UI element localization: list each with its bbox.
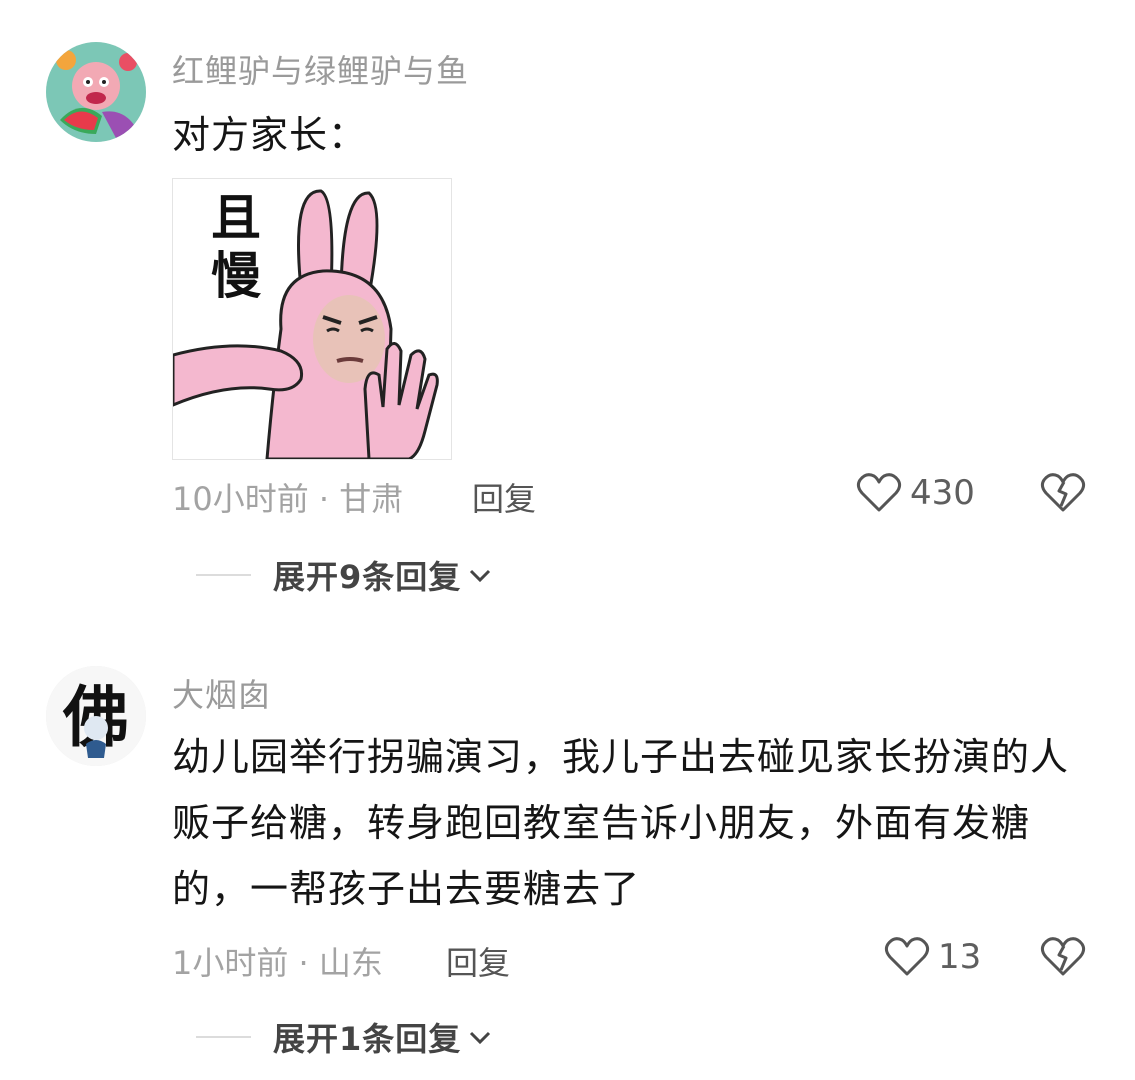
meta-separator: · [298, 944, 319, 982]
like-count: 430 [910, 473, 975, 513]
avatar[interactable]: 佛 [46, 666, 146, 766]
expand-replies-label: 展开1条回复 [273, 1020, 462, 1058]
broken-heart-icon [1040, 473, 1086, 512]
comment-location: 甘肃 [339, 480, 404, 518]
dislike-button[interactable] [1040, 472, 1086, 518]
dislike-button[interactable] [1040, 936, 1086, 982]
comment-location: 山东 [318, 944, 383, 982]
expand-replies-button[interactable]: 展开9条回复 [196, 552, 493, 598]
expand-replies-button[interactable]: 展开1条回复 [196, 1014, 493, 1060]
comment-time: 10小时前 [172, 480, 309, 518]
like-button[interactable]: 430 [856, 472, 975, 514]
expand-replies-label: 展开9条回复 [273, 558, 462, 596]
comment-meta: 10小时前 · 甘肃 [172, 474, 403, 520]
bunny-drawing [173, 189, 439, 459]
expand-divider [196, 1036, 251, 1038]
comment-time: 1小时前 [172, 944, 289, 982]
heart-outline-icon [856, 473, 902, 512]
username[interactable]: 大烟囱 [172, 670, 271, 716]
broken-heart-icon [1040, 937, 1086, 976]
username[interactable]: 红鲤驴与绿鲤驴与鱼 [172, 46, 469, 92]
heart-outline-icon [884, 937, 930, 976]
sticker-image[interactable]: 且慢 [172, 178, 452, 460]
comment-text: 对方家长： [172, 113, 368, 157]
like-button[interactable]: 13 [884, 936, 981, 978]
comment-text: 幼儿园举行拐骗演习，我儿子出去碰见家长扮演的人贩子给糖，转身跑回教室告诉小朋友，… [172, 735, 1070, 911]
comment-meta: 1小时前 · 山东 [172, 938, 383, 984]
reply-button[interactable]: 回复 [472, 474, 536, 520]
reply-button[interactable]: 回复 [446, 938, 510, 984]
meta-separator: · [318, 480, 340, 518]
like-count: 13 [938, 937, 982, 977]
avatar-image: 佛 [46, 666, 146, 766]
chevron-down-icon [470, 1031, 491, 1045]
avatar[interactable] [46, 42, 146, 142]
expand-divider [196, 574, 251, 576]
avatar-image [46, 42, 146, 142]
chevron-down-icon [470, 569, 491, 583]
